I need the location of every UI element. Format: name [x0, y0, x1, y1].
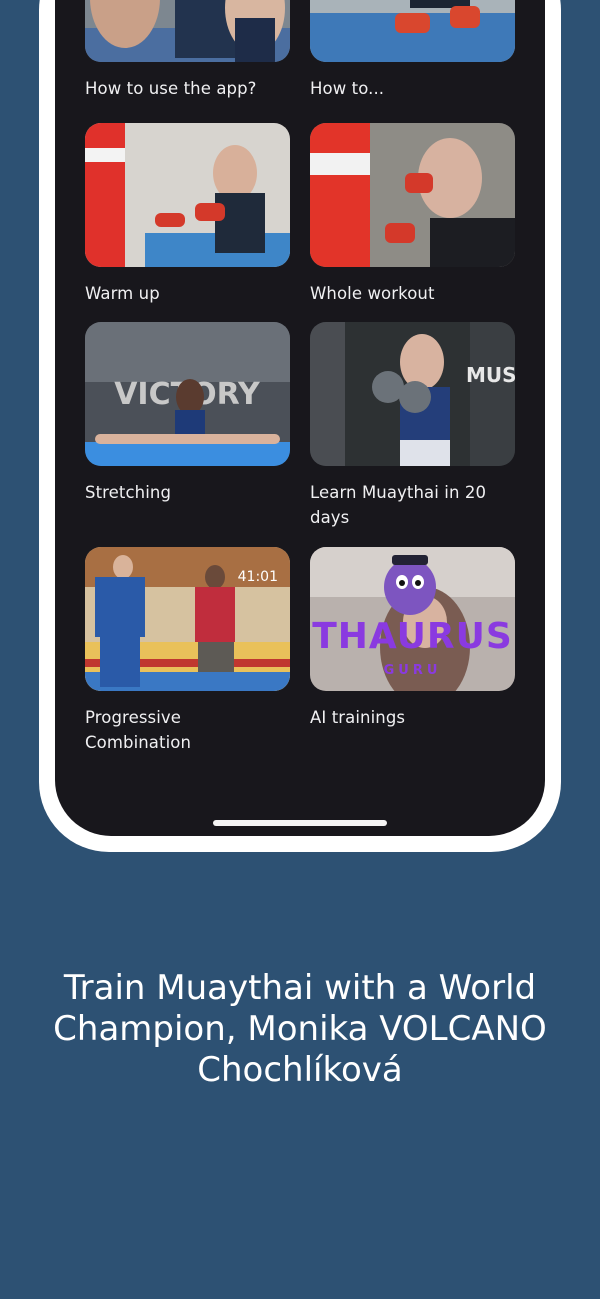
video-card-ai-trainings[interactable]: THAURUS GURU AI trainings	[310, 547, 515, 730]
video-card-label: How to use the app?	[85, 79, 257, 98]
duration-badge: 41:01	[237, 569, 278, 585]
video-card-warm-up[interactable]: Warm up	[85, 123, 290, 306]
video-card-label: How to...	[310, 79, 385, 98]
thumbnail-learn-muaythai: MUSÍ	[310, 322, 515, 466]
video-card-label: Learn Muaythai in 20 days	[310, 483, 487, 527]
thumbnail-ai-trainings: THAURUS GURU	[310, 547, 515, 691]
app-screen: How to use the app? How to... Warm up Wh…	[55, 0, 545, 836]
guru-logo-text: GURU	[383, 663, 442, 678]
svg-text:MUSÍ: MUSÍ	[466, 363, 515, 387]
video-card-label: AI trainings	[310, 708, 406, 727]
thumbnail-stretching: VICTORY	[85, 322, 290, 466]
thumbnail-progressive-combination: 41:01	[85, 547, 290, 691]
thumbnail-how-to	[310, 0, 515, 62]
home-indicator[interactable]	[213, 820, 387, 826]
video-card-progressive-combination[interactable]: 41:01 Progressive Combination	[85, 547, 290, 755]
video-card-how-to-use[interactable]: How to use the app?	[85, 0, 290, 101]
video-card-label: Warm up	[85, 284, 160, 303]
video-card-whole-workout[interactable]: Whole workout	[310, 123, 515, 306]
video-card-label: Stretching	[85, 483, 172, 502]
video-card-how-to[interactable]: How to...	[310, 0, 515, 101]
video-grid: How to use the app? How to... Warm up Wh…	[55, 0, 545, 836]
video-card-label: Whole workout	[310, 284, 435, 303]
thumbnail-warm-up	[85, 123, 290, 267]
video-card-learn-muaythai[interactable]: MUSÍ Learn Muaythai in 20 days	[310, 322, 515, 530]
thumbnail-whole-workout	[310, 123, 515, 267]
video-card-label: Progressive Combination	[85, 708, 192, 752]
thumbnail-how-to-use	[85, 0, 290, 62]
thaurus-logo-text: THAURUS	[312, 616, 513, 657]
video-card-stretching[interactable]: VICTORY Stretching	[85, 322, 290, 505]
promo-caption: Train Muaythai with a World Champion, Mo…	[53, 968, 547, 1090]
